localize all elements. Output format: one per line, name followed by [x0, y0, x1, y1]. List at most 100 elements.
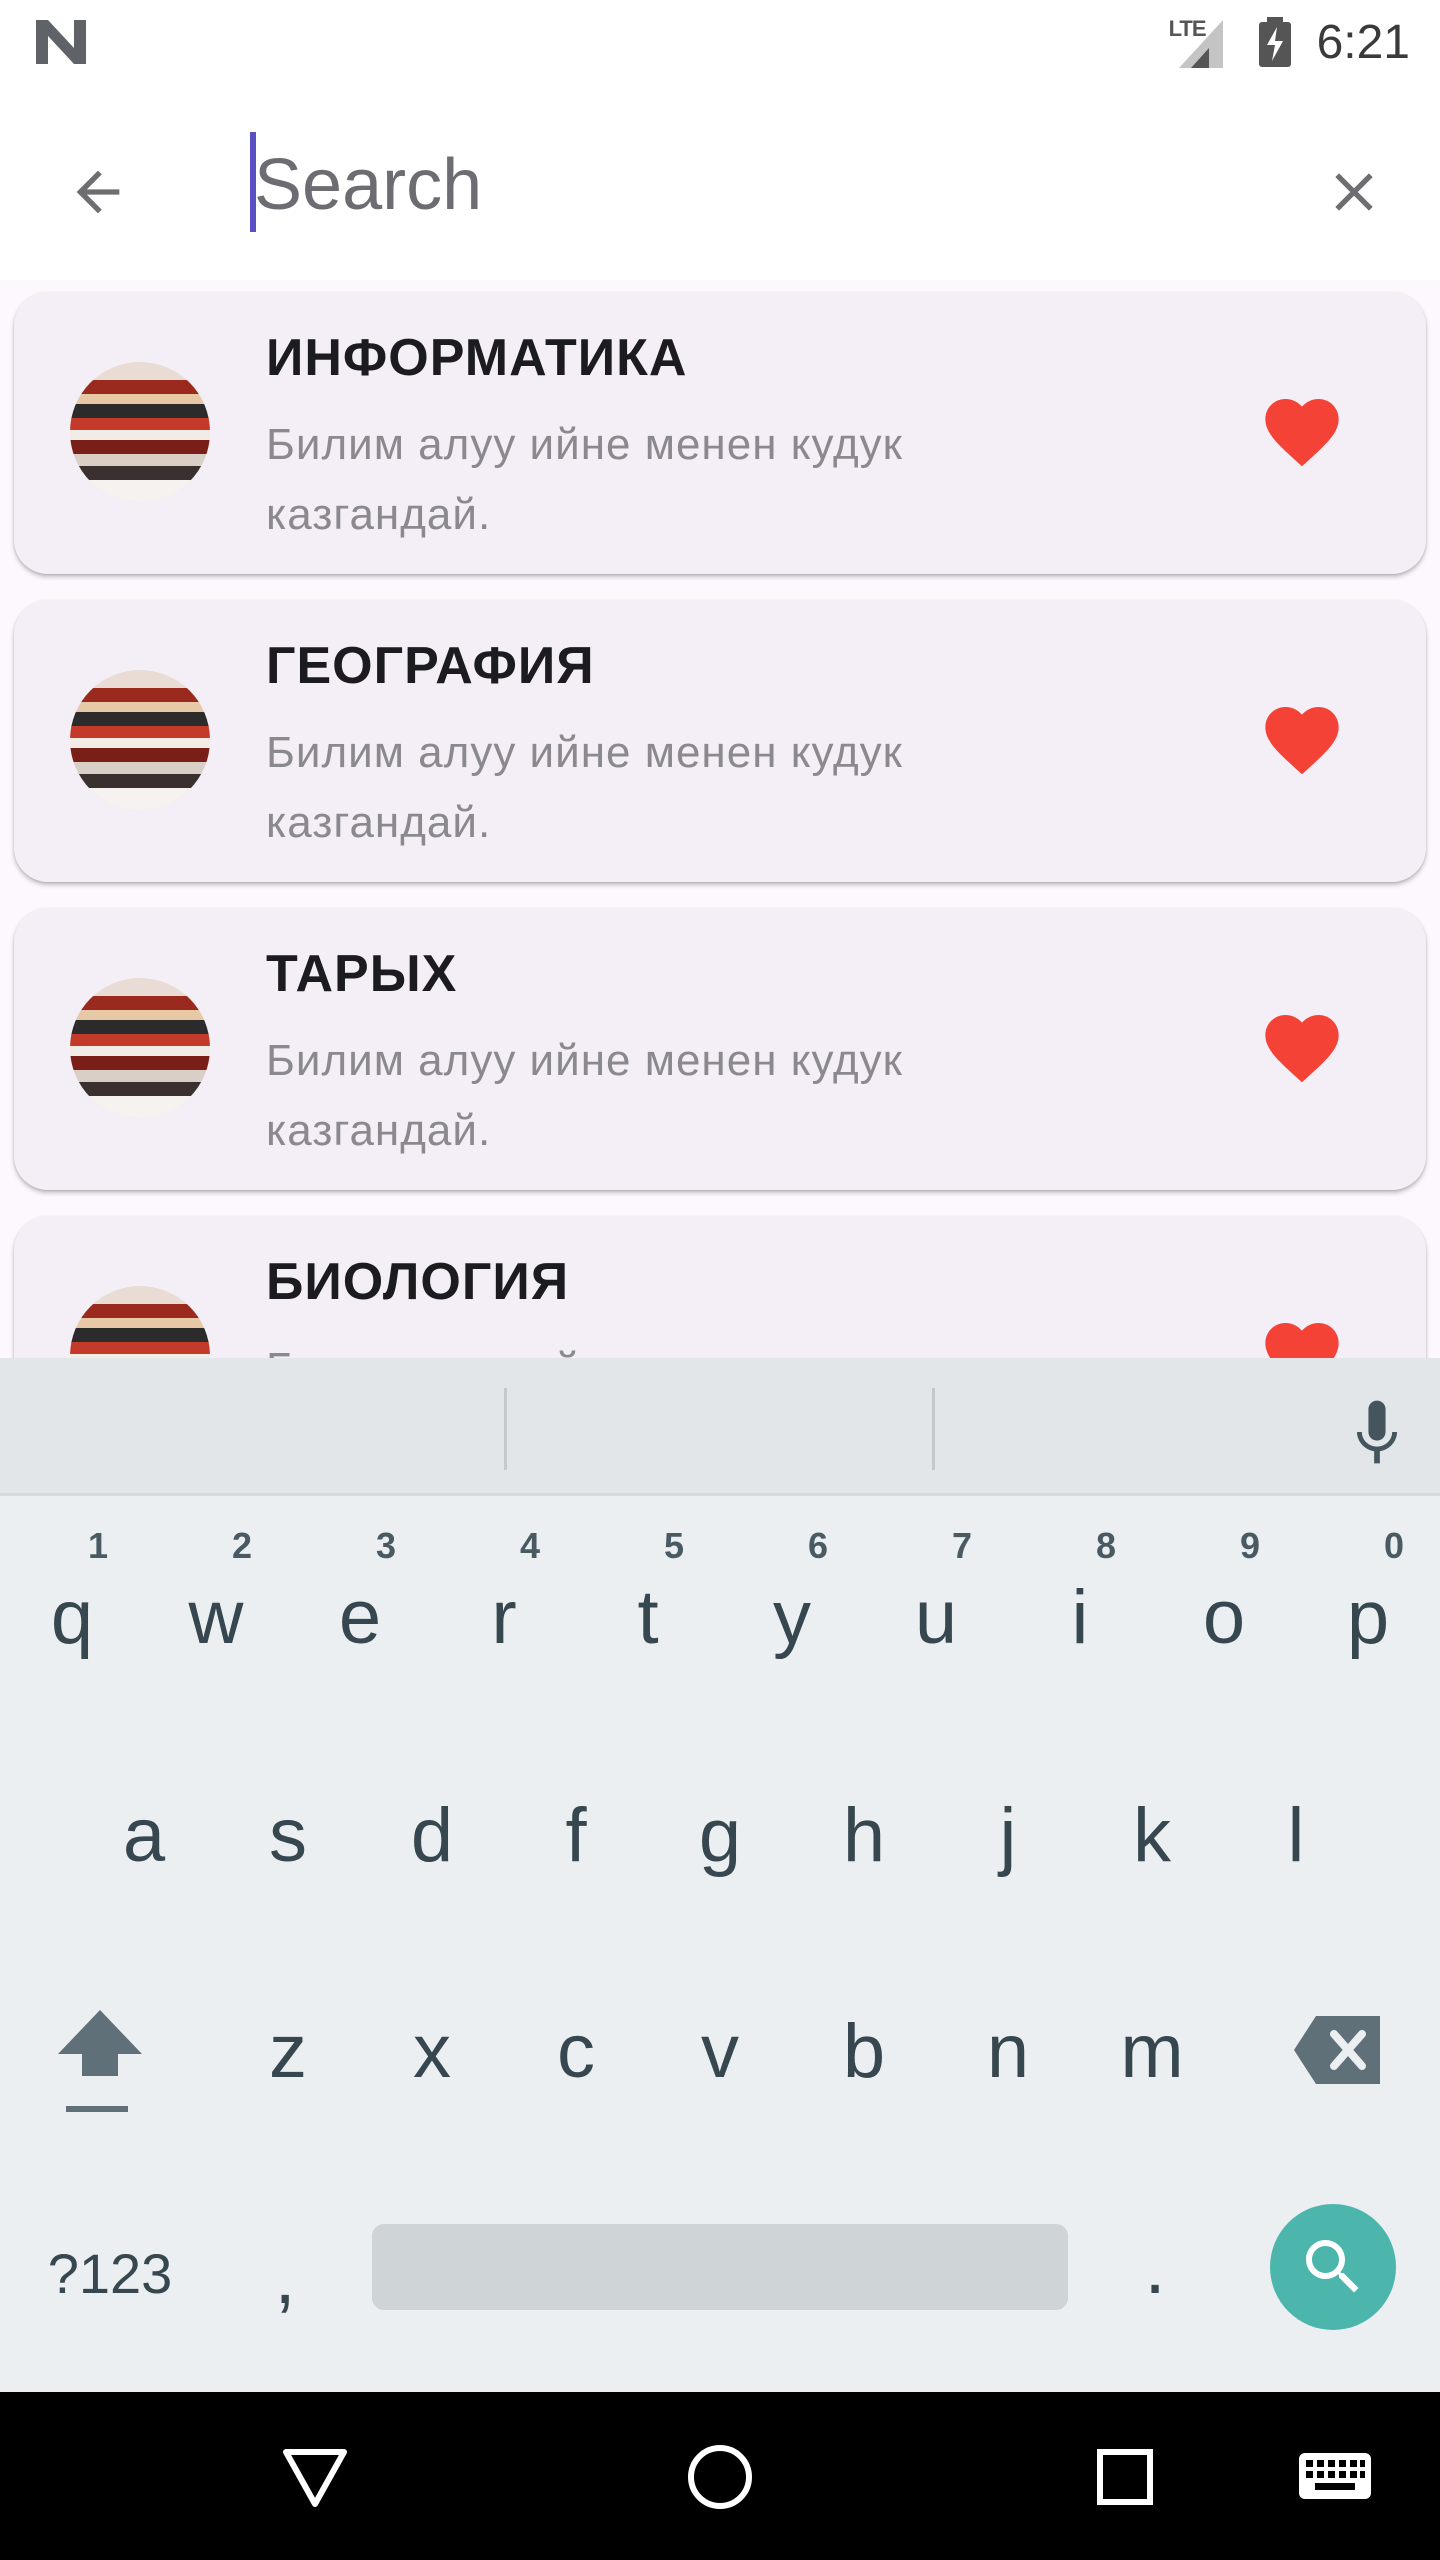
battery-charging-icon [1258, 17, 1291, 67]
search-icon [1306, 2240, 1359, 2293]
shift-key[interactable] [52, 1998, 148, 2114]
list-item[interactable]: БИОЛОГИЯ Билим алуу ийне менен кудук каз… [14, 1216, 1426, 1358]
key-o[interactable]: 9o [1174, 1528, 1274, 1678]
avatar [70, 362, 210, 502]
key-b[interactable]: b [814, 2014, 914, 2134]
key-g[interactable]: g [670, 1798, 770, 1918]
item-title: ИНФОРМАТИКА [266, 329, 688, 387]
books-image [70, 362, 210, 502]
key-s[interactable]: s [238, 1798, 338, 1918]
arrow-back-icon [76, 170, 120, 214]
nav-home-button[interactable] [675, 2432, 765, 2522]
key-label: q [50, 1575, 94, 1660]
books-image [70, 670, 210, 810]
key-m[interactable]: m [1102, 2014, 1202, 2134]
key-k[interactable]: k [1102, 1798, 1202, 1918]
nav-keyboard-switch-button[interactable] [1290, 2432, 1380, 2522]
key-r[interactable]: 4r [454, 1528, 554, 1678]
key-j[interactable]: j [958, 1798, 1058, 1918]
n-logo-icon [36, 20, 86, 64]
home-circle-icon [688, 2445, 752, 2509]
backspace-key[interactable] [1290, 2010, 1386, 2090]
nav-recents-button[interactable] [1080, 2432, 1170, 2522]
search-app-bar [0, 84, 1440, 280]
item-description: Билим алуу ийне менен кудук казгандай. [266, 1036, 903, 1155]
signal-indicator: LTE [1169, 14, 1233, 70]
favorite-heart-icon[interactable] [1258, 1004, 1346, 1092]
favorite-heart-icon[interactable] [1258, 696, 1346, 784]
clear-search-button[interactable] [1312, 150, 1396, 234]
key-c[interactable]: c [526, 2014, 626, 2134]
space-bar[interactable] [372, 2224, 1068, 2310]
key-v[interactable]: v [670, 2014, 770, 2134]
key-label: o [1202, 1575, 1246, 1660]
subject-list[interactable]: ИНФОРМАТИКА Билим алуу ийне менен кудук … [0, 280, 1440, 1358]
status-bar: LTE 6:21 [0, 0, 1440, 84]
item-description: Билим алуу ийне менен кудук казгандай. [266, 1334, 1026, 1358]
key-a[interactable]: a [94, 1798, 194, 1918]
key-label: w [188, 1575, 244, 1660]
key-y[interactable]: 6y [742, 1528, 842, 1678]
avatar [70, 670, 210, 810]
key-q[interactable]: 1q [22, 1528, 122, 1678]
back-button[interactable] [56, 150, 140, 234]
key-hint: 8 [1096, 1525, 1117, 1566]
key-label: p [1346, 1575, 1390, 1660]
comma-key[interactable]: , [250, 2234, 320, 2334]
key-w[interactable]: 2w [166, 1528, 266, 1678]
back-triangle-icon [283, 2449, 347, 2507]
key-p[interactable]: 0p [1318, 1528, 1418, 1678]
recents-square-icon [1097, 2449, 1153, 2505]
key-hint: 6 [808, 1525, 829, 1566]
system-navigation-bar [0, 2392, 1440, 2560]
item-title: ГЕОГРАФИЯ [266, 637, 595, 695]
key-e[interactable]: 3e [310, 1528, 410, 1678]
key-hint: 1 [88, 1525, 109, 1566]
key-label: y [773, 1575, 811, 1660]
symbols-key[interactable]: ?123 [40, 2234, 180, 2314]
list-item[interactable]: ТАРЫХ Билим алуу ийне менен кудук казган… [14, 908, 1426, 1190]
key-u[interactable]: 7u [886, 1528, 986, 1678]
key-label: r [491, 1575, 517, 1660]
books-image [70, 1286, 210, 1358]
search-input[interactable] [248, 130, 1248, 240]
key-x[interactable]: x [382, 2014, 482, 2134]
nav-back-button[interactable] [270, 2432, 360, 2522]
item-description: Билим алуу ийне менен кудук казгандай. [266, 728, 903, 847]
favorite-heart-icon[interactable] [1258, 388, 1346, 476]
item-title: ТАРЫХ [266, 945, 458, 1003]
key-l[interactable]: l [1246, 1798, 1346, 1918]
microphone-icon[interactable] [1342, 1392, 1412, 1472]
item-description: Билим алуу ийне менен кудук казгандай. [266, 420, 903, 539]
item-title: БИОЛОГИЯ [266, 1253, 570, 1311]
shift-arrow-icon [58, 2010, 142, 2112]
avatar [70, 978, 210, 1118]
close-icon [1335, 173, 1373, 211]
key-hint: 4 [520, 1525, 541, 1566]
suggestion-divider [504, 1388, 507, 1470]
soft-keyboard: 1q2w3e4r5t6y7u8i9o0p asdfghjkl zxcvbnm ?… [0, 1358, 1440, 2392]
keyboard-icon [1299, 2453, 1371, 2499]
period-key[interactable]: . [1120, 2224, 1190, 2324]
suggestion-divider [932, 1388, 935, 1470]
favorite-heart-icon[interactable] [1258, 1312, 1346, 1358]
list-item[interactable]: ГЕОГРАФИЯ Билим алуу ийне менен кудук ка… [14, 600, 1426, 882]
key-n[interactable]: n [958, 2014, 1058, 2134]
search-action-key[interactable] [1270, 2204, 1396, 2330]
avatar [70, 1286, 210, 1358]
key-z[interactable]: z [238, 2014, 338, 2134]
key-f[interactable]: f [526, 1798, 626, 1918]
text-cursor [250, 132, 256, 232]
key-i[interactable]: 8i [1030, 1528, 1130, 1678]
list-item[interactable]: ИНФОРМАТИКА Билим алуу ийне менен кудук … [14, 292, 1426, 574]
key-hint: 7 [952, 1525, 973, 1566]
key-hint: 5 [664, 1525, 685, 1566]
key-h[interactable]: h [814, 1798, 914, 1918]
key-t[interactable]: 5t [598, 1528, 698, 1678]
key-d[interactable]: d [382, 1798, 482, 1918]
key-hint: 0 [1384, 1525, 1405, 1566]
signal-icon [1178, 20, 1223, 68]
books-image [70, 978, 210, 1118]
suggestion-strip [0, 1358, 1440, 1496]
key-label: e [338, 1575, 382, 1660]
